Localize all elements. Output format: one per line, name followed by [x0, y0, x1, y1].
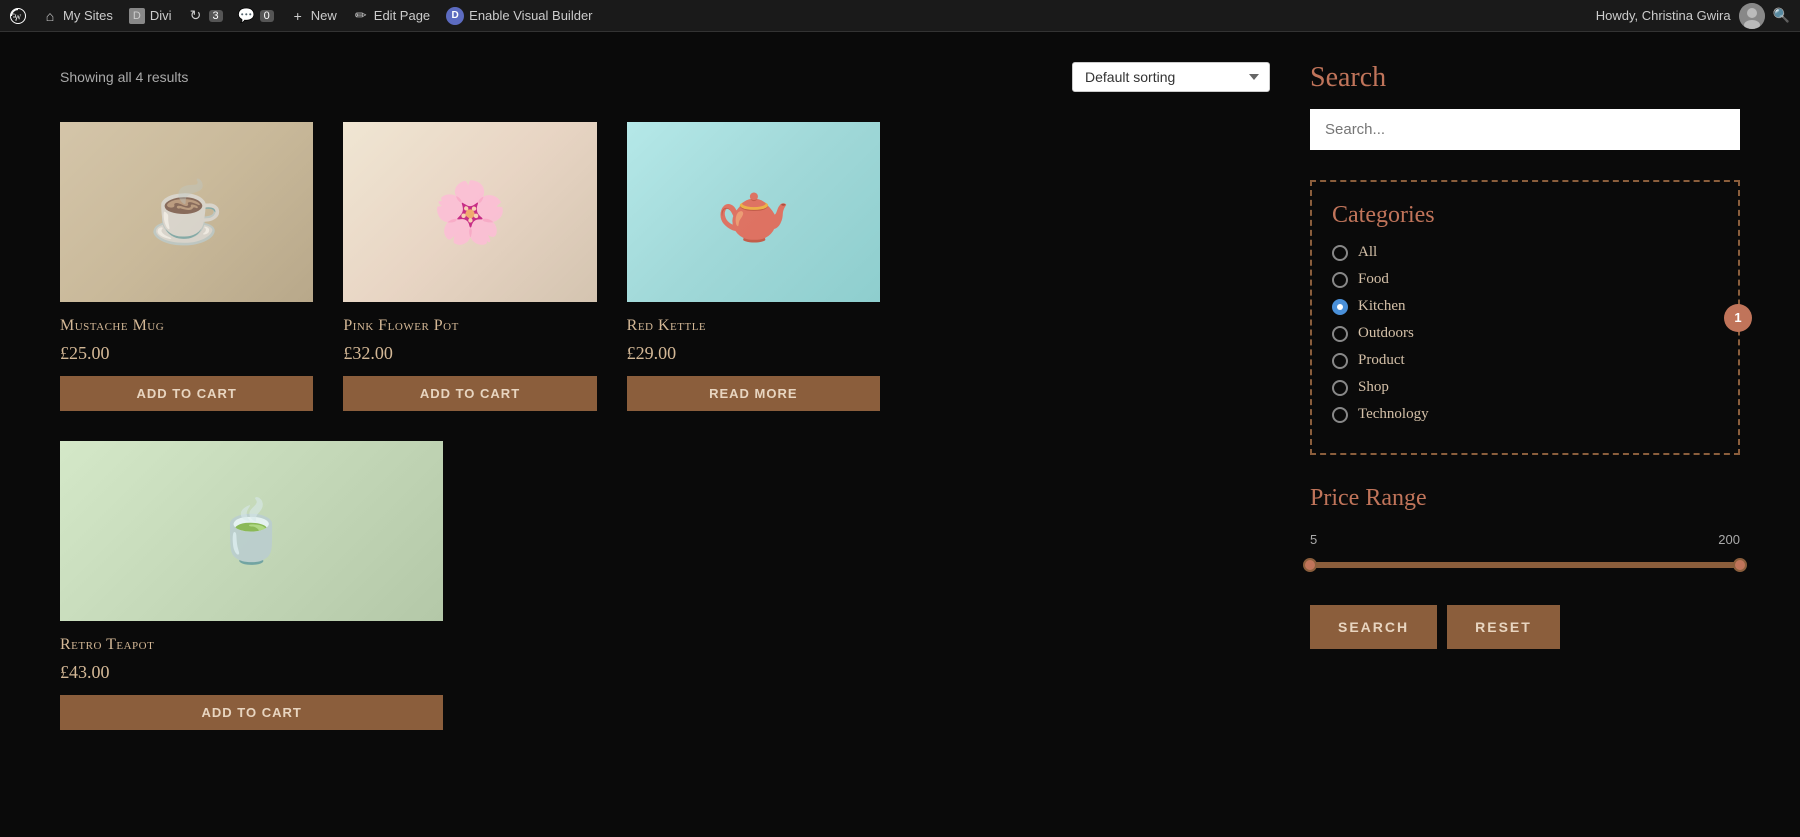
search-input[interactable]: [1310, 109, 1740, 150]
product-name-pink-flower-pot: Pink Flower Pot: [343, 317, 596, 335]
category-radio-food[interactable]: [1332, 272, 1348, 288]
category-label-kitchen: Kitchen: [1358, 298, 1405, 315]
category-technology[interactable]: Technology: [1332, 406, 1718, 423]
search-button[interactable]: SEARCH: [1310, 605, 1437, 649]
sync-link[interactable]: ↻ 3: [188, 8, 223, 24]
enable-builder-label: Enable Visual Builder: [469, 8, 592, 23]
price-max-label: 200: [1718, 532, 1740, 547]
new-label: New: [311, 8, 337, 23]
product-grid-row2: Retro Teapot £43.00 ADD TO CART: [60, 441, 1270, 730]
product-card-retro-teapot: Retro Teapot £43.00 ADD TO CART: [60, 441, 443, 730]
categories-title: Categories: [1332, 202, 1718, 229]
product-card-pink-flower-pot: Pink Flower Pot £32.00 ADD TO CART: [343, 122, 596, 411]
search-section-title: Search: [1310, 62, 1740, 94]
price-range-title: Price Range: [1310, 485, 1740, 512]
divi-d-icon: D: [446, 7, 464, 25]
divi-label: Divi: [150, 8, 172, 23]
main-content: Showing all 4 results Default sorting So…: [0, 32, 1800, 760]
product-price-retro-teapot: £43.00: [60, 662, 443, 683]
product-image-red-kettle[interactable]: [627, 122, 880, 302]
avatar[interactable]: [1739, 3, 1765, 29]
comments-link[interactable]: 💬 0: [239, 8, 274, 24]
wordpress-logo[interactable]: W: [10, 8, 26, 24]
category-radio-shop[interactable]: [1332, 380, 1348, 396]
product-price-mustache-mug: £25.00: [60, 343, 313, 364]
price-slider-container: [1310, 555, 1740, 575]
category-radio-product[interactable]: [1332, 353, 1348, 369]
divi-icon: D: [129, 8, 145, 24]
sync-icon: ↻: [188, 8, 204, 24]
category-radio-all[interactable]: [1332, 245, 1348, 261]
category-label-technology: Technology: [1358, 406, 1429, 423]
read-more-red-kettle[interactable]: READ MORE: [627, 376, 880, 411]
category-radio-outdoors[interactable]: [1332, 326, 1348, 342]
price-slider-handle-min[interactable]: [1303, 558, 1317, 572]
edit-page-label: Edit Page: [374, 8, 430, 23]
comments-icon: 💬: [239, 8, 255, 24]
pencil-icon: ✏: [353, 8, 369, 24]
sync-count: 3: [209, 10, 223, 22]
new-link[interactable]: + New: [290, 8, 337, 24]
category-label-outdoors: Outdoors: [1358, 325, 1414, 342]
sort-select[interactable]: Default sorting Sort by popularity Sort …: [1072, 62, 1270, 92]
search-admin-icon[interactable]: 🔍: [1773, 7, 1790, 24]
sidebar: Search Categories All Food Kitchen Outdo…: [1310, 62, 1740, 730]
product-grid: Mustache Mug £25.00 ADD TO CART Pink Flo…: [60, 122, 880, 411]
categories-box: Categories All Food Kitchen Outdoors Pro…: [1310, 180, 1740, 455]
svg-text:W: W: [15, 13, 22, 21]
category-food[interactable]: Food: [1332, 271, 1718, 288]
product-image-mustache-mug[interactable]: [60, 122, 313, 302]
results-header: Showing all 4 results Default sorting So…: [60, 62, 1270, 92]
category-radio-kitchen[interactable]: [1332, 299, 1348, 315]
products-area: Showing all 4 results Default sorting So…: [60, 62, 1270, 730]
category-label-all: All: [1358, 244, 1377, 261]
price-slider-handle-max[interactable]: [1733, 558, 1747, 572]
category-count-badge: 1: [1724, 304, 1752, 332]
reset-button[interactable]: RESET: [1447, 605, 1560, 649]
my-sites-icon: ⌂: [42, 8, 58, 24]
sidebar-buttons: SEARCH RESET: [1310, 605, 1740, 649]
divi-link[interactable]: D Divi: [129, 8, 172, 24]
product-name-retro-teapot: Retro Teapot: [60, 636, 443, 654]
enable-visual-builder-link[interactable]: D Enable Visual Builder: [446, 7, 592, 25]
category-shop[interactable]: Shop: [1332, 379, 1718, 396]
product-name-mustache-mug: Mustache Mug: [60, 317, 313, 335]
category-label-food: Food: [1358, 271, 1389, 288]
my-sites-link[interactable]: ⌂ My Sites: [42, 8, 113, 24]
product-card-mustache-mug: Mustache Mug £25.00 ADD TO CART: [60, 122, 313, 411]
product-price-pink-flower-pot: £32.00: [343, 343, 596, 364]
my-sites-label: My Sites: [63, 8, 113, 23]
plus-icon: +: [290, 8, 306, 24]
wordpress-icon: W: [10, 8, 26, 24]
category-outdoors[interactable]: Outdoors: [1332, 325, 1718, 342]
category-all[interactable]: All: [1332, 244, 1718, 261]
add-to-cart-retro-teapot[interactable]: ADD TO CART: [60, 695, 443, 730]
add-to-cart-mustache-mug[interactable]: ADD TO CART: [60, 376, 313, 411]
product-image-pink-flower-pot[interactable]: [343, 122, 596, 302]
admin-bar: W ⌂ My Sites D Divi ↻ 3 💬 0 + New ✏ Edit…: [0, 0, 1800, 32]
price-range-values: 5 200: [1310, 532, 1740, 547]
category-product[interactable]: Product: [1332, 352, 1718, 369]
product-price-red-kettle: £29.00: [627, 343, 880, 364]
admin-user-area: Howdy, Christina Gwira 🔍: [1596, 3, 1790, 29]
howdy-label: Howdy, Christina Gwira: [1596, 8, 1731, 23]
results-count: Showing all 4 results: [60, 69, 188, 85]
category-radio-technology[interactable]: [1332, 407, 1348, 423]
price-min-label: 5: [1310, 532, 1317, 547]
product-card-red-kettle: Red Kettle £29.00 READ MORE: [627, 122, 880, 411]
category-label-product: Product: [1358, 352, 1405, 369]
price-slider-track: [1310, 562, 1740, 568]
add-to-cart-pink-flower-pot[interactable]: ADD TO CART: [343, 376, 596, 411]
product-name-red-kettle: Red Kettle: [627, 317, 880, 335]
category-label-shop: Shop: [1358, 379, 1389, 396]
edit-page-link[interactable]: ✏ Edit Page: [353, 8, 430, 24]
comments-count: 0: [260, 10, 274, 22]
search-input-wrap: [1310, 109, 1740, 180]
category-kitchen[interactable]: Kitchen: [1332, 298, 1718, 315]
product-image-retro-teapot[interactable]: [60, 441, 443, 621]
